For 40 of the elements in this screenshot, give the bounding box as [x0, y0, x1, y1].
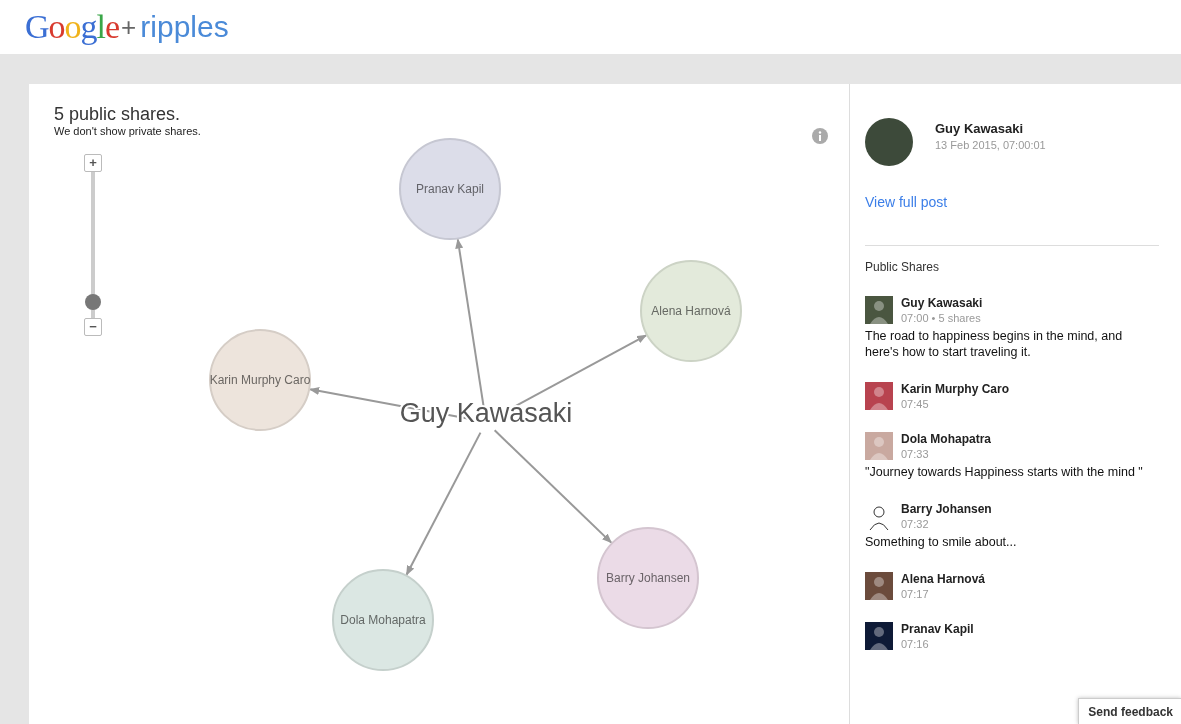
sharer-name[interactable]: Karin Murphy Caro	[901, 382, 1009, 396]
plus-sign: +	[121, 11, 137, 43]
share-text: The road to happiness begins in the mind, and here's how to start traveling it.	[865, 328, 1124, 360]
view-post-link[interactable]: View full post	[865, 194, 948, 210]
share-meta: 07:17	[901, 588, 930, 600]
author-name[interactable]: Guy Kawasaki	[935, 121, 1046, 136]
sharer-name[interactable]: Alena Harnová	[901, 572, 986, 586]
share-node[interactable]	[399, 138, 501, 240]
privacy-note: We don't show private shares.	[54, 125, 202, 137]
avatar[interactable]	[865, 118, 913, 166]
send-feedback-button[interactable]: Send feedback	[1078, 698, 1181, 724]
share-meta: 07:32	[901, 518, 930, 530]
share-text: Something to smile about...	[865, 534, 1018, 550]
google-logo: Google	[25, 10, 120, 44]
node-label: Barry Johansen	[606, 571, 690, 585]
share-meta: 07:00 • 5 shares	[901, 312, 982, 324]
slider-thumb[interactable]	[85, 294, 101, 311]
share-text: "Journey towards Happiness starts with the mind "	[865, 464, 1144, 480]
sharer-name[interactable]: Guy Kawasaki	[901, 296, 983, 310]
node-label: Karin Murphy Caro	[209, 373, 311, 387]
share-node[interactable]	[332, 569, 434, 671]
node-label: Dola Mohapatra	[340, 613, 426, 627]
zoom-out-button[interactable]: −	[84, 318, 102, 336]
node-label: Alena Harnová	[651, 304, 731, 318]
share-meta: 07:16	[901, 638, 930, 650]
sharer-name[interactable]: Dola Mohapatra	[901, 432, 991, 446]
product-name: ripples	[140, 10, 229, 44]
share-node[interactable]	[209, 329, 311, 431]
share-meta: 07:33	[901, 448, 930, 460]
section-heading: Public Shares	[865, 260, 941, 274]
shares-count-title: 5 public shares.	[54, 104, 182, 125]
share-meta: 07:45	[901, 398, 930, 410]
node-label: Pranav Kapil	[416, 182, 484, 196]
zoom-in-button[interactable]: +	[84, 154, 102, 172]
sharer-name[interactable]: Pranav Kapil	[901, 622, 974, 636]
post-date: 13 Feb 2015, 07:00:01	[935, 139, 1046, 151]
share-node[interactable]	[640, 260, 742, 362]
share-node[interactable]	[597, 527, 699, 629]
info-icon[interactable]	[812, 128, 828, 144]
sharer-name[interactable]: Barry Johansen	[901, 502, 992, 516]
